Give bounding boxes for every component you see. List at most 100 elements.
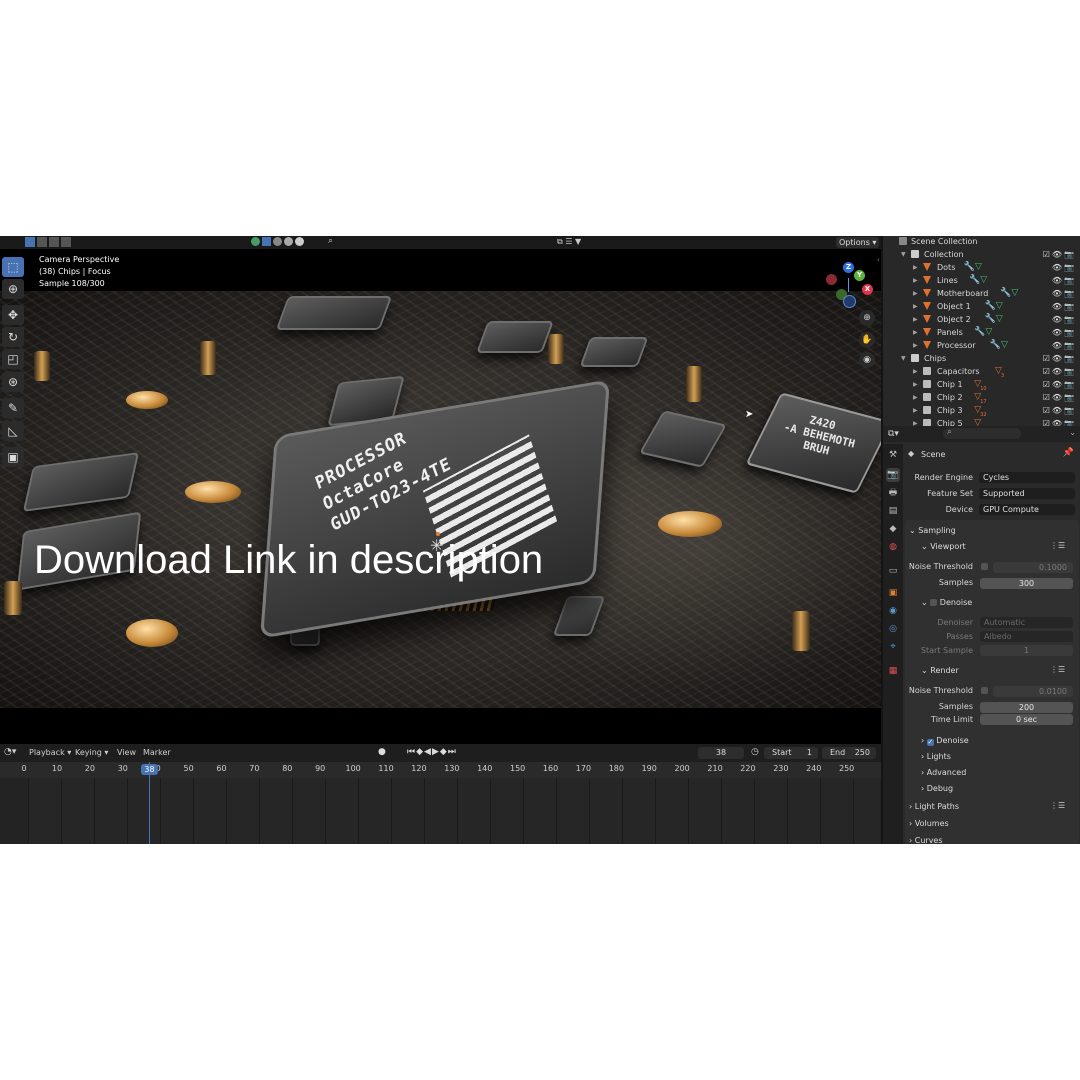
- solid-shading-icon[interactable]: [273, 237, 282, 246]
- visibility-icons[interactable]: 👁📷: [1052, 261, 1076, 274]
- list-icon[interactable]: ⋮☰: [1050, 665, 1065, 674]
- view-layer-tab-icon[interactable]: ▤: [886, 504, 900, 518]
- mesh-data-icon[interactable]: 🔧▽: [964, 261, 982, 274]
- particles-tab-icon[interactable]: ◎: [886, 622, 900, 636]
- expand-triangle-icon[interactable]: ▼: [901, 248, 906, 261]
- denoiser-dropdown[interactable]: Automatic: [980, 617, 1073, 628]
- outliner[interactable]: Scene Collection ▼ Collection ☑👁📷 ▶ Dots 🔧…: [877, 236, 1080, 428]
- vp-denoise-header[interactable]: ⌄ Denoise: [921, 598, 972, 607]
- expand-triangle-icon[interactable]: ▶: [913, 287, 918, 300]
- visibility-icons[interactable]: 👁📷: [1052, 339, 1076, 352]
- editor-type-icon[interactable]: ◔▾: [4, 747, 16, 757]
- mode-icon[interactable]: [37, 237, 47, 247]
- properties-editor[interactable]: ⧉▾ ⌕ ⌄ ⚒ 📷 🖶 ▤ ◆ ◍ ▭ ▣ ◉ ◎ ⌖ ▦ ◆ Scene 📌…: [883, 426, 1080, 844]
- keying-menu[interactable]: Keying ▾: [75, 748, 108, 757]
- rotate-tool[interactable]: ↻: [2, 327, 24, 347]
- device-dropdown[interactable]: GPU Compute: [979, 504, 1075, 515]
- current-frame-field[interactable]: 38: [698, 747, 744, 759]
- material-shading-icon[interactable]: [284, 237, 293, 246]
- outliner-item[interactable]: ▶ Chip 2 ▽ ☑👁📷 17: [883, 391, 1080, 405]
- mode-icon[interactable]: [25, 237, 35, 247]
- expand-triangle-icon[interactable]: ▼: [901, 352, 906, 365]
- vp-noise-checkbox[interactable]: [981, 563, 988, 570]
- mesh-data-icon[interactable]: 🔧▽: [990, 339, 1008, 352]
- snap-icon[interactable]: ⧉: [557, 237, 563, 246]
- record-keyframe-icon[interactable]: ●: [378, 747, 386, 757]
- expand-triangle-icon[interactable]: ▶: [913, 378, 918, 391]
- start-frame-field[interactable]: Start 1: [764, 747, 818, 759]
- list-icon[interactable]: ⋮☰: [1050, 801, 1065, 810]
- start-sample-field[interactable]: 1: [980, 645, 1073, 656]
- measure-tool[interactable]: ◺: [2, 421, 24, 441]
- mesh-data-icon[interactable]: 🔧▽: [1000, 287, 1018, 300]
- expand-triangle-icon[interactable]: ▶: [913, 339, 918, 352]
- marker-menu[interactable]: Marker: [143, 748, 171, 757]
- gizmo-y-icon[interactable]: Y: [854, 270, 865, 281]
- outliner-item[interactable]: ▶ Object 2 🔧▽ 👁📷: [883, 313, 1080, 326]
- properties-search-input[interactable]: ⌕: [943, 427, 1021, 439]
- debug-header[interactable]: › Debug: [921, 784, 953, 793]
- modifier-tab-icon[interactable]: ◉: [886, 604, 900, 618]
- outliner-item[interactable]: ▶ Chip 1 ▽ ☑👁📷 10: [883, 378, 1080, 392]
- volumes-header[interactable]: › Volumes: [909, 819, 949, 828]
- options-list-icon[interactable]: ☰: [565, 237, 572, 246]
- visibility-icons[interactable]: ☑👁📷: [1043, 378, 1076, 391]
- light-paths-header[interactable]: › Light Paths: [909, 802, 959, 811]
- filter-icon[interactable]: ▼: [575, 237, 581, 246]
- r-noise-threshold-field[interactable]: 0.0100: [993, 686, 1073, 697]
- search-icon[interactable]: ⌕: [328, 236, 333, 246]
- camera-view-icon[interactable]: ◉: [859, 352, 875, 368]
- expand-triangle-icon[interactable]: ▶: [913, 300, 918, 313]
- mesh-data-icon[interactable]: 🔧▽: [974, 326, 992, 339]
- rendered-shading-icon[interactable]: [295, 237, 304, 246]
- xray-icon[interactable]: [262, 237, 271, 246]
- stopwatch-icon[interactable]: ◷: [751, 747, 759, 757]
- expand-triangle-icon[interactable]: ▶: [913, 313, 918, 326]
- outliner-item[interactable]: ▶ Lines 🔧▽ 👁📷: [883, 274, 1080, 287]
- vp-samples-field[interactable]: 300: [980, 578, 1073, 589]
- r-samples-field[interactable]: 200: [980, 702, 1073, 713]
- visibility-icons[interactable]: 👁📷: [1052, 313, 1076, 326]
- visibility-icons[interactable]: ☑👁📷: [1043, 352, 1076, 365]
- r-denoise-checkbox[interactable]: ✓: [926, 739, 934, 746]
- viewport-subpanel-header[interactable]: ⌄ Viewport: [921, 542, 966, 551]
- outliner-item[interactable]: ▶ Motherboard 🔧▽ 👁📷: [883, 287, 1080, 300]
- zoom-icon[interactable]: ⊕: [859, 310, 875, 326]
- view-menu[interactable]: View: [117, 748, 136, 757]
- outliner-item[interactable]: ▶ Chip 3 ▽ ☑👁📷 32: [883, 404, 1080, 418]
- shading-buttons[interactable]: [251, 237, 331, 247]
- filter-buttons[interactable]: ⧉ ☰ ▼: [557, 237, 612, 247]
- area-divider[interactable]: [881, 236, 883, 844]
- expand-triangle-icon[interactable]: ▶: [913, 326, 918, 339]
- overlay-icon[interactable]: [251, 237, 260, 246]
- outliner-item[interactable]: ▶ Capacitors ▽ ☑👁📷 3: [883, 365, 1080, 379]
- outliner-item[interactable]: ▶ Object 1 🔧▽ 👁📷: [883, 300, 1080, 313]
- select-box-tool[interactable]: ⬚: [2, 257, 24, 277]
- gizmo-z-icon[interactable]: Z: [843, 262, 854, 273]
- world-tab-icon[interactable]: ◍: [886, 540, 900, 554]
- expand-triangle-icon[interactable]: ▶: [913, 274, 918, 287]
- visibility-icons[interactable]: ☑👁📷: [1043, 391, 1076, 404]
- mode-icon[interactable]: [61, 237, 71, 247]
- navigation-gizmo[interactable]: Z Y X: [824, 260, 876, 308]
- options-dropdown[interactable]: Options ▾: [836, 237, 879, 248]
- sampling-header[interactable]: ⌄ Sampling: [909, 526, 956, 535]
- mesh-data-icon[interactable]: 🔧▽: [985, 300, 1003, 313]
- gizmo-x-icon[interactable]: X: [862, 284, 873, 295]
- render-subpanel-header[interactable]: ⌄ Render: [921, 666, 959, 675]
- scene-collection-row[interactable]: Scene Collection: [883, 236, 1080, 248]
- visibility-icons[interactable]: 👁📷: [1052, 326, 1076, 339]
- vp-denoise-checkbox[interactable]: [930, 599, 938, 606]
- gizmo-neg-x-icon[interactable]: [826, 274, 837, 285]
- scale-tool[interactable]: ◰: [2, 349, 24, 369]
- chevron-down-icon[interactable]: ⌄: [1069, 428, 1076, 437]
- side-collapse-icon[interactable]: ‹: [877, 256, 880, 264]
- cursor-tool[interactable]: ⊕: [2, 279, 24, 299]
- expand-triangle-icon[interactable]: ▶: [913, 404, 918, 417]
- object-tab-icon[interactable]: ▣: [886, 586, 900, 600]
- expand-triangle-icon[interactable]: ▶: [913, 391, 918, 404]
- render-tab-icon[interactable]: 📷: [886, 468, 900, 482]
- transform-tool[interactable]: ⊛: [2, 372, 24, 392]
- pin-icon[interactable]: 📌: [1063, 448, 1074, 458]
- visibility-icons[interactable]: 👁📷: [1052, 287, 1076, 300]
